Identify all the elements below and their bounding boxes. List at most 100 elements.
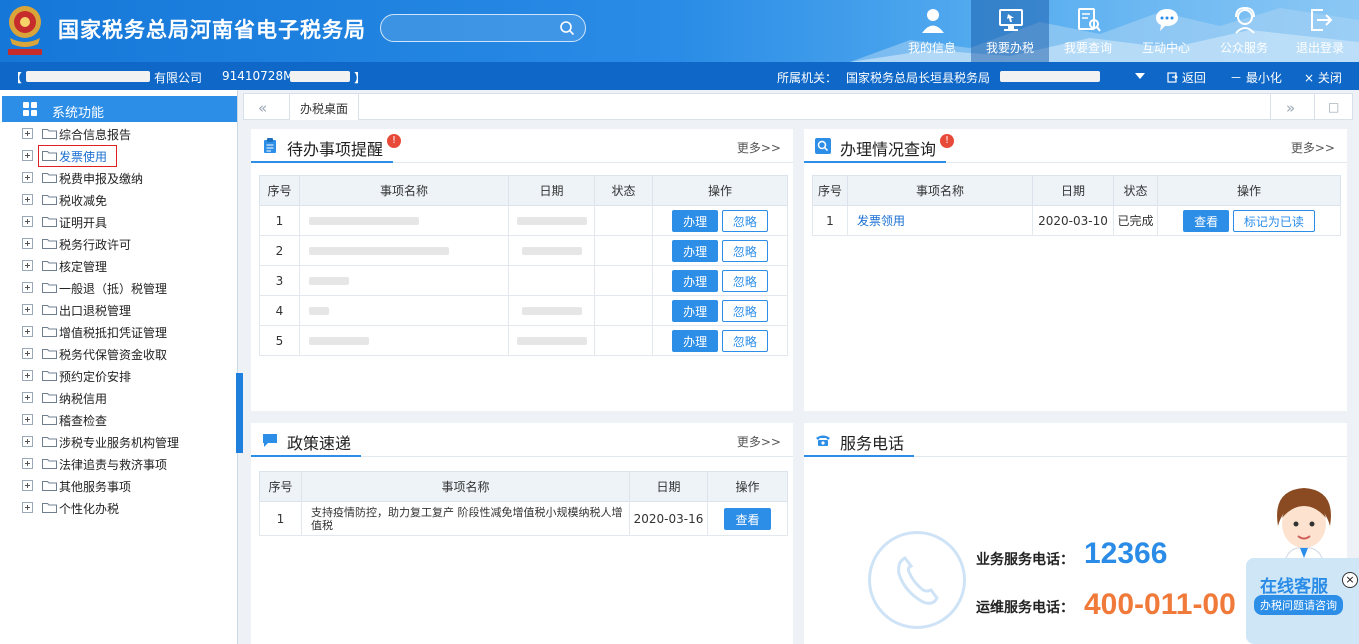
expand-plus-icon[interactable] xyxy=(22,348,33,359)
expand-plus-icon[interactable] xyxy=(22,414,33,425)
expand-plus-icon[interactable] xyxy=(22,216,33,227)
expand-plus-icon[interactable] xyxy=(22,238,33,249)
sidebar-item[interactable]: 涉税专业服务机构管理 xyxy=(22,432,232,452)
item-name-link[interactable]: 发票领用 xyxy=(857,214,905,228)
tab-scroll-right-icon[interactable]: » xyxy=(1286,99,1295,117)
tab-scroll-left-icon[interactable]: « xyxy=(258,99,267,117)
sidebar-item[interactable]: 纳税信用 xyxy=(22,388,232,408)
expand-plus-icon[interactable] xyxy=(22,304,33,315)
status-query-more-link[interactable]: 更多>> xyxy=(1291,139,1335,156)
online-service-subtitle[interactable]: 办税问题请咨询 xyxy=(1254,595,1343,615)
sidebar-item[interactable]: 证明开具 xyxy=(22,212,232,232)
sidebar-item[interactable]: 发票使用 xyxy=(22,145,232,167)
sidebar-item-label: 综合信息报告 xyxy=(59,128,132,142)
sidebar-item[interactable]: 稽查检查 xyxy=(22,410,232,430)
search-icon[interactable] xyxy=(559,20,575,36)
bracket-close: 】 xyxy=(354,71,367,85)
expand-plus-icon[interactable] xyxy=(22,128,33,139)
expand-plus-icon[interactable] xyxy=(22,502,33,513)
search-input[interactable] xyxy=(381,15,551,41)
sidebar-collapse-handle[interactable] xyxy=(236,373,243,453)
policy-more-link[interactable]: 更多>> xyxy=(737,433,781,450)
table-row: 1 支持疫情防控，助力复工复产 阶段性减免增值税小规模纳税人增值税 2020-03-… xyxy=(259,501,788,536)
sidebar-item-label: 证明开具 xyxy=(59,216,108,230)
tab-tax-desktop[interactable]: 办税桌面 xyxy=(289,94,360,120)
sidebar-item-label: 预约定价安排 xyxy=(59,370,132,384)
view-button[interactable]: 查看 xyxy=(1183,209,1230,232)
ignore-button[interactable]: 忽略 xyxy=(721,299,768,322)
handle-button[interactable]: 办理 xyxy=(672,299,719,322)
sidebar-item-label: 纳税信用 xyxy=(59,392,108,406)
tax-emblem-logo xyxy=(8,6,42,55)
redacted-text xyxy=(309,247,449,255)
sidebar-item-label: 法律追责与救济事项 xyxy=(59,458,168,472)
redacted-taxpayer-id xyxy=(290,71,350,82)
logout-icon xyxy=(1311,9,1333,31)
redacted-text xyxy=(521,307,582,315)
table-row: 1 发票领用 2020-03-10 已完成 查看 标记为已读 xyxy=(812,205,1341,236)
close-button[interactable]: × 关闭 xyxy=(1304,69,1342,86)
status-query-title: 办理情况查询 xyxy=(840,140,937,159)
expand-plus-icon[interactable] xyxy=(22,458,33,469)
sidebar-item[interactable]: 法律追责与救济事项 xyxy=(22,454,232,474)
online-service-close-icon[interactable]: × xyxy=(1342,572,1358,588)
nav-do-tax[interactable]: 我要办税 xyxy=(971,0,1049,62)
folder-icon xyxy=(42,459,57,469)
nav-public-service[interactable]: 公众服务 xyxy=(1205,0,1283,62)
nav-logout[interactable]: 退出登录 xyxy=(1281,0,1359,62)
expand-plus-icon[interactable] xyxy=(22,150,33,161)
nav-query[interactable]: 我要查询 xyxy=(1049,0,1127,62)
handle-button[interactable]: 办理 xyxy=(672,269,719,292)
expand-plus-icon[interactable] xyxy=(22,326,33,337)
sidebar-item[interactable]: 个性化办税 xyxy=(22,498,232,518)
table-row: 2 办理 忽略 xyxy=(259,235,788,266)
sidebar-item[interactable]: 税费申报及缴纳 xyxy=(22,168,232,188)
redacted-text xyxy=(521,247,582,255)
sidebar-item[interactable]: 税收减免 xyxy=(22,190,232,210)
view-button[interactable]: 查看 xyxy=(724,507,771,530)
search-box[interactable] xyxy=(380,14,586,42)
nav-interaction-center[interactable]: 互动中心 xyxy=(1127,0,1205,62)
sidebar-item[interactable]: 税务行政许可 xyxy=(22,234,232,254)
sidebar-item[interactable]: 综合信息报告 xyxy=(22,124,232,144)
ignore-button[interactable]: 忽略 xyxy=(721,239,768,262)
expand-plus-icon[interactable] xyxy=(22,436,33,447)
sidebar-item[interactable]: 一般退（抵）税管理 xyxy=(22,278,232,298)
monitor-icon xyxy=(999,9,1023,31)
sidebar-item[interactable]: 其他服务事项 xyxy=(22,476,232,496)
handle-button[interactable]: 办理 xyxy=(672,239,719,262)
expand-plus-icon[interactable] xyxy=(22,370,33,381)
column-header: 序号 xyxy=(259,471,302,502)
online-service-widget[interactable]: 在线客服 办税问题请咨询 × xyxy=(1246,484,1359,644)
ignore-button[interactable]: 忽略 xyxy=(721,209,768,232)
back-button[interactable]: 返回 xyxy=(1167,69,1206,86)
expand-plus-icon[interactable] xyxy=(22,172,33,183)
expand-plus-icon[interactable] xyxy=(22,194,33,205)
handle-button[interactable]: 办理 xyxy=(672,209,719,232)
expand-plus-icon[interactable] xyxy=(22,480,33,491)
minimize-button[interactable]: － 最小化 xyxy=(1230,69,1282,86)
folder-icon xyxy=(42,327,57,337)
sidebar-item[interactable]: 增值税抵扣凭证管理 xyxy=(22,322,232,342)
sidebar-item[interactable]: 核定管理 xyxy=(22,256,232,276)
todo-more-link[interactable]: 更多>> xyxy=(737,139,781,156)
expand-plus-icon[interactable] xyxy=(22,282,33,293)
sidebar-item[interactable]: 预约定价安排 xyxy=(22,366,232,386)
sidebar-item[interactable]: 税务代保管资金收取 xyxy=(22,344,232,364)
restore-window-icon[interactable]: □ xyxy=(1328,100,1339,114)
ignore-button[interactable]: 忽略 xyxy=(721,329,768,352)
clipboard-icon xyxy=(264,138,276,153)
policy-item-name[interactable]: 支持疫情防控，助力复工复产 阶段性减免增值税小规模纳税人增值税 xyxy=(301,501,630,536)
todo-alert-badge: ! xyxy=(387,134,401,148)
handle-button[interactable]: 办理 xyxy=(672,329,719,352)
nav-my-info[interactable]: 我的信息 xyxy=(893,0,971,62)
expand-plus-icon[interactable] xyxy=(22,260,33,271)
document-search-icon xyxy=(1078,8,1101,32)
folder-icon xyxy=(42,195,57,205)
sidebar-item[interactable]: 出口退税管理 xyxy=(22,300,232,320)
mark-read-button[interactable]: 标记为已读 xyxy=(1232,209,1315,232)
ignore-button[interactable]: 忽略 xyxy=(721,269,768,292)
caret-down-icon[interactable] xyxy=(1134,72,1146,80)
expand-plus-icon[interactable] xyxy=(22,392,33,403)
column-header: 事项名称 xyxy=(299,175,509,206)
